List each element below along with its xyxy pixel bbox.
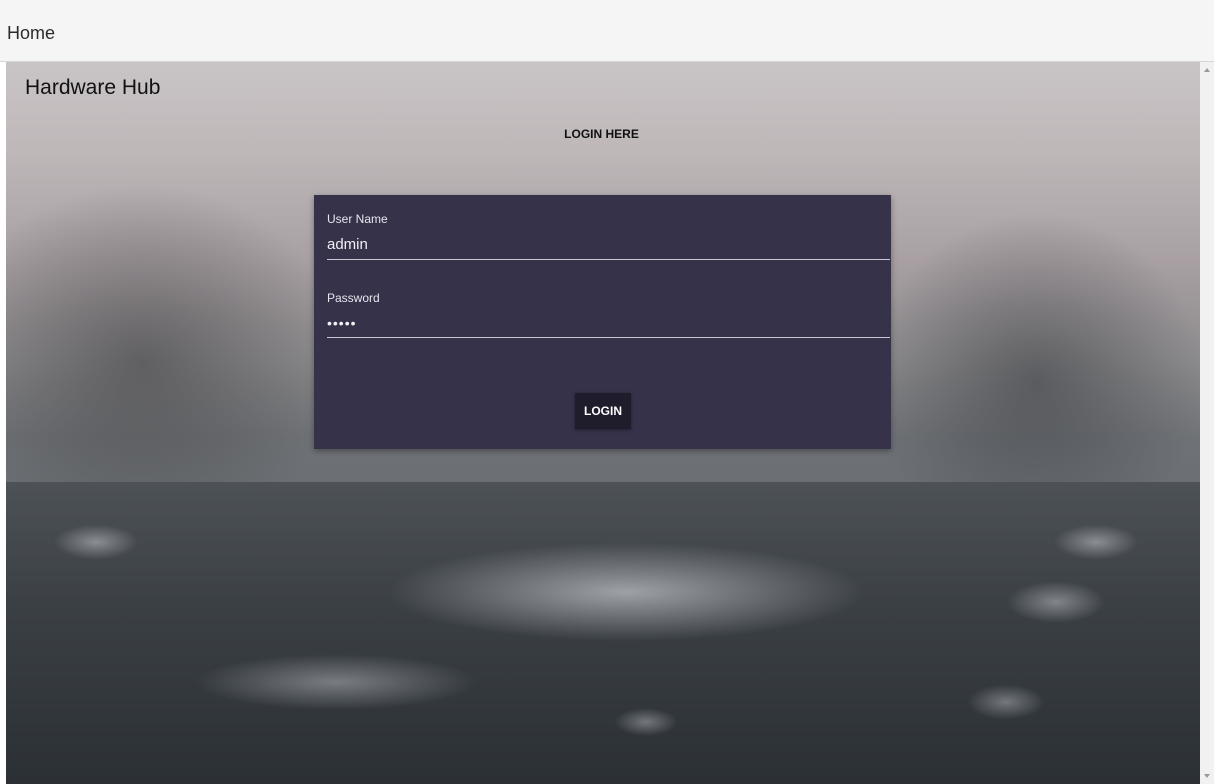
brand-title: Hardware Hub	[25, 76, 161, 99]
background-water-droplets	[6, 482, 1200, 784]
login-form-panel: User Name Password LOGIN	[314, 195, 891, 449]
home-link[interactable]: Home	[7, 23, 55, 44]
password-field-group: Password	[327, 291, 890, 338]
login-button[interactable]: LOGIN	[575, 393, 631, 429]
password-input[interactable]	[327, 315, 890, 338]
login-heading: LOGIN HERE	[564, 127, 639, 141]
scroll-down-arrow-icon[interactable]	[1204, 774, 1210, 778]
username-label: User Name	[327, 212, 388, 226]
password-label: Password	[327, 291, 380, 305]
background-blur-right	[866, 212, 1200, 492]
scroll-up-arrow-icon[interactable]	[1204, 68, 1210, 72]
username-input[interactable]	[327, 236, 890, 260]
top-nav-bar: Home	[0, 0, 1214, 62]
username-field-group: User Name	[327, 212, 890, 260]
vertical-scrollbar[interactable]	[1200, 62, 1214, 784]
background-blur-left	[6, 182, 346, 482]
